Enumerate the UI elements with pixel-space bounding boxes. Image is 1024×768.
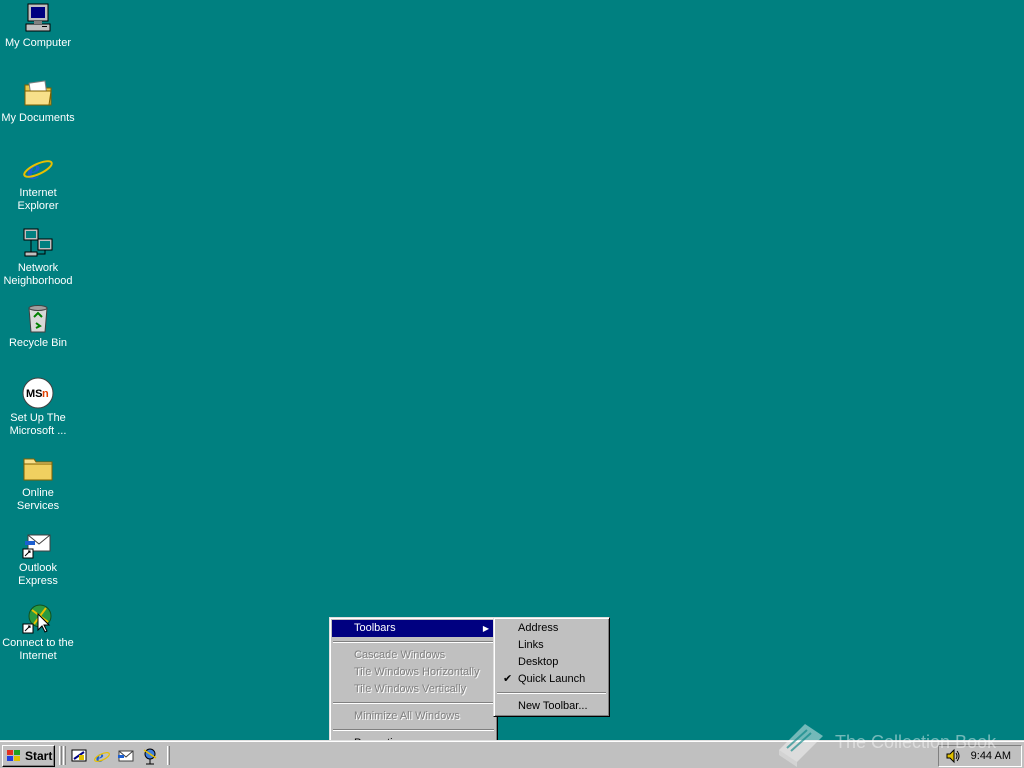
menu-item-toolbars[interactable]: Toolbars ▶ bbox=[332, 620, 495, 637]
menu-separator bbox=[497, 692, 606, 694]
desktop-icon-online-services[interactable]: Online Services bbox=[0, 452, 76, 513]
menu-item-label: Minimize All Windows bbox=[354, 710, 460, 722]
desktop-icon-label: Recycle Bin bbox=[8, 337, 68, 349]
menu-item-minimize-all[interactable]: Minimize All Windows bbox=[332, 708, 495, 725]
menu-separator bbox=[333, 641, 494, 643]
menu-item-tile-horizontally[interactable]: Tile Windows Horizontally bbox=[332, 664, 495, 681]
channels-icon[interactable] bbox=[141, 747, 159, 765]
menu-separator bbox=[333, 702, 494, 704]
recycle-bin-icon bbox=[28, 305, 48, 333]
desktop-icon-recycle-bin[interactable]: Recycle Bin bbox=[0, 302, 76, 350]
outlook-express-icon bbox=[22, 534, 51, 559]
menu-item-label: Address bbox=[518, 622, 559, 634]
clock[interactable]: 9:44 AM bbox=[971, 746, 1011, 766]
my-computer-icon bbox=[25, 3, 51, 32]
desktop-icon-label: Internet bbox=[19, 650, 57, 662]
desktop-icon-setup-msn[interactable]: MS n Set Up The Microsoft ... bbox=[0, 377, 76, 438]
desktop-icon-connect-internet[interactable]: Connect to the Internet bbox=[0, 602, 76, 663]
menu-item-label: Tile Windows Horizontally bbox=[354, 666, 480, 678]
desktop-icon-label: Microsoft ... bbox=[9, 425, 67, 437]
desktop-icon-label: Outlook bbox=[19, 562, 57, 574]
desktop-icon-label: My Documents bbox=[1, 112, 75, 124]
desktop-icon-label: Services bbox=[16, 500, 60, 512]
menu-item-tile-vertically[interactable]: Tile Windows Vertically bbox=[332, 681, 495, 698]
desktop-icon-label: Internet bbox=[19, 187, 57, 199]
desktop-icon-label: Neighborhood bbox=[3, 275, 73, 287]
msn-icon: MS n bbox=[22, 377, 54, 409]
connection-wizard-icon bbox=[22, 604, 52, 634]
taskbar-context-menu: Toolbars ▶ Cascade Windows Tile Windows … bbox=[329, 617, 498, 751]
start-button-label: Start bbox=[25, 749, 53, 763]
start-button[interactable]: Start bbox=[2, 745, 55, 767]
menu-item-label: Toolbars bbox=[354, 622, 396, 634]
desktop-icon-label: Online bbox=[22, 487, 54, 499]
desktop-icon-label: Network bbox=[17, 262, 59, 274]
submenu-item-desktop[interactable]: Desktop bbox=[496, 654, 607, 671]
internet-explorer-icon[interactable]: e bbox=[93, 747, 111, 765]
submenu-item-links[interactable]: Links bbox=[496, 637, 607, 654]
volume-icon[interactable] bbox=[945, 748, 961, 764]
desktop-icon-my-computer[interactable]: My Computer bbox=[0, 2, 76, 50]
system-tray: 9:44 AM bbox=[938, 745, 1022, 767]
desktop-icon-outlook-express[interactable]: Outlook Express bbox=[0, 527, 76, 588]
desktop-icon-label: Set Up The bbox=[10, 412, 66, 424]
taskbar[interactable]: Start e 9:44 AM bbox=[0, 740, 1024, 768]
submenu-arrow-icon: ▶ bbox=[482, 624, 489, 633]
menu-item-label: Quick Launch bbox=[518, 673, 586, 685]
checkmark-icon: ✔ bbox=[503, 673, 513, 685]
svg-text:n: n bbox=[42, 388, 49, 400]
menu-separator bbox=[333, 729, 494, 731]
desktop-icon-label: Express bbox=[18, 575, 58, 587]
windows-logo-icon bbox=[7, 750, 20, 761]
toolbar-grip[interactable] bbox=[63, 746, 66, 765]
menu-item-label: Links bbox=[518, 639, 544, 651]
toolbar-grip[interactable] bbox=[59, 746, 62, 765]
desktop-icon-network-neighborhood[interactable]: Network Neighborhood bbox=[0, 227, 76, 288]
internet-explorer-icon: e bbox=[23, 153, 53, 184]
menu-item-label: New Toolbar... bbox=[518, 700, 588, 712]
desktop-icon-label: Connect to the bbox=[2, 637, 74, 649]
desktop-icon-my-documents[interactable]: My Documents bbox=[0, 77, 76, 125]
desktop-icon-label: Explorer bbox=[17, 200, 59, 212]
submenu-item-address[interactable]: Address bbox=[496, 620, 607, 637]
toolbar-grip[interactable] bbox=[167, 746, 170, 765]
menu-item-label: Desktop bbox=[518, 656, 559, 668]
desktop-icon-label: My Computer bbox=[4, 37, 72, 49]
folder-icon bbox=[23, 458, 53, 481]
submenu-item-new-toolbar[interactable]: New Toolbar... bbox=[496, 698, 607, 715]
my-documents-icon bbox=[24, 80, 52, 106]
desktop-icon-internet-explorer[interactable]: e Internet Explorer bbox=[0, 152, 76, 213]
menu-item-label: Cascade Windows bbox=[354, 649, 446, 661]
outlook-express-icon[interactable] bbox=[117, 747, 135, 765]
menu-item-cascade-windows[interactable]: Cascade Windows bbox=[332, 647, 495, 664]
show-desktop-icon[interactable] bbox=[70, 747, 88, 765]
toolbars-submenu: Address Links Desktop ✔ Quick Launch New… bbox=[493, 617, 610, 717]
network-neighborhood-icon bbox=[23, 228, 53, 257]
menu-item-label: Tile Windows Vertically bbox=[354, 683, 467, 695]
submenu-item-quick-launch[interactable]: ✔ Quick Launch bbox=[496, 671, 607, 688]
svg-text:MS: MS bbox=[26, 388, 43, 400]
